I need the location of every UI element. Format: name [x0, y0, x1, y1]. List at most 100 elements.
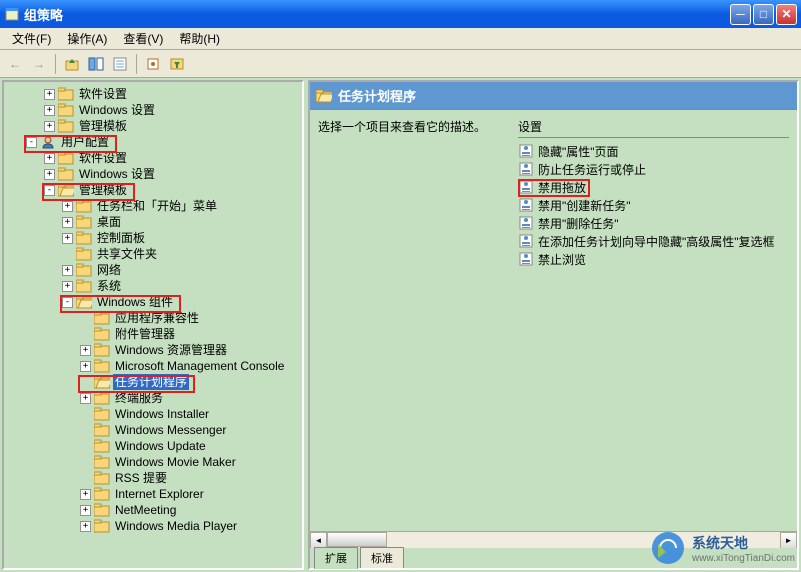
- expand-icon[interactable]: +: [44, 121, 55, 132]
- tree-item[interactable]: + Windows 资源管理器: [4, 342, 302, 358]
- menu-action[interactable]: 操作(A): [59, 28, 115, 49]
- tree-item[interactable]: RSS 提要: [4, 470, 302, 486]
- tree-label[interactable]: Windows 设置: [77, 166, 157, 182]
- tree-item[interactable]: - 用户配置: [4, 134, 302, 150]
- tree-label[interactable]: Windows Installer: [113, 406, 211, 422]
- expand-icon[interactable]: +: [62, 265, 73, 276]
- tree-item[interactable]: + Windows Media Player: [4, 518, 302, 534]
- tree-item[interactable]: + 软件设置: [4, 86, 302, 102]
- tree-label[interactable]: 软件设置: [77, 150, 129, 166]
- menu-file[interactable]: 文件(F): [4, 28, 59, 49]
- expand-icon[interactable]: +: [44, 169, 55, 180]
- expand-icon[interactable]: +: [80, 521, 91, 532]
- setting-item[interactable]: 防止任务运行或停止: [518, 160, 789, 178]
- tree-panel[interactable]: + 软件设置 + Windows 设置 + 管理模板 - 用户配置 + 软件设置 + Windows …: [2, 80, 304, 570]
- tree-label[interactable]: 应用程序兼容性: [113, 310, 201, 326]
- tab-standard[interactable]: 标准: [360, 547, 404, 568]
- tree-item[interactable]: Windows Movie Maker: [4, 454, 302, 470]
- tree-label[interactable]: 网络: [95, 262, 123, 278]
- tree-label[interactable]: 任务计划程序: [113, 374, 189, 390]
- setting-item[interactable]: 禁用"删除任务": [518, 214, 789, 232]
- expand-icon[interactable]: +: [44, 153, 55, 164]
- collapse-icon[interactable]: -: [26, 137, 37, 148]
- tree-item[interactable]: 应用程序兼容性: [4, 310, 302, 326]
- tree-label[interactable]: 附件管理器: [113, 326, 177, 342]
- properties-button[interactable]: [109, 53, 131, 75]
- close-button[interactable]: ✕: [776, 4, 797, 25]
- tree-item[interactable]: - 管理模板: [4, 182, 302, 198]
- tree-label[interactable]: 控制面板: [95, 230, 147, 246]
- tree-item[interactable]: + 控制面板: [4, 230, 302, 246]
- scroll-track[interactable]: [327, 532, 780, 548]
- tree-label[interactable]: 终端服务: [113, 390, 165, 406]
- setting-item[interactable]: 禁用拖放: [518, 178, 789, 196]
- tree-label[interactable]: Windows Media Player: [113, 518, 239, 534]
- show-hide-tree-button[interactable]: [85, 53, 107, 75]
- tree-label[interactable]: Microsoft Management Console: [113, 358, 286, 374]
- tree-item[interactable]: + 软件设置: [4, 150, 302, 166]
- filter-button[interactable]: [166, 53, 188, 75]
- tree-item[interactable]: + Internet Explorer: [4, 486, 302, 502]
- collapse-icon[interactable]: -: [62, 297, 73, 308]
- tree-item[interactable]: + 任务栏和「开始」菜单: [4, 198, 302, 214]
- tree-item[interactable]: 附件管理器: [4, 326, 302, 342]
- tree-label[interactable]: 任务栏和「开始」菜单: [95, 198, 219, 214]
- tree-item[interactable]: + 系统: [4, 278, 302, 294]
- tree-label[interactable]: 共享文件夹: [95, 246, 159, 262]
- setting-item[interactable]: 禁用"创建新任务": [518, 196, 789, 214]
- export-button[interactable]: [142, 53, 164, 75]
- tree-item[interactable]: + Windows 设置: [4, 102, 302, 118]
- expand-icon[interactable]: +: [80, 505, 91, 516]
- tree-label[interactable]: 软件设置: [77, 86, 129, 102]
- tree-item[interactable]: + Windows 设置: [4, 166, 302, 182]
- setting-item[interactable]: 禁止浏览: [518, 250, 789, 268]
- tree-label[interactable]: NetMeeting: [113, 502, 178, 518]
- tree-item[interactable]: Windows Update: [4, 438, 302, 454]
- tree-item[interactable]: Windows Installer: [4, 406, 302, 422]
- expand-icon[interactable]: +: [44, 105, 55, 116]
- horizontal-scrollbar[interactable]: ◄ ►: [310, 531, 797, 548]
- expand-icon[interactable]: +: [62, 281, 73, 292]
- tree-item[interactable]: + 网络: [4, 262, 302, 278]
- scroll-right-button[interactable]: ►: [780, 532, 797, 549]
- scroll-thumb[interactable]: [327, 532, 387, 547]
- tree-item[interactable]: - Windows 组件: [4, 294, 302, 310]
- expand-icon[interactable]: +: [62, 201, 73, 212]
- expand-icon[interactable]: +: [80, 345, 91, 356]
- tree-view[interactable]: + 软件设置 + Windows 设置 + 管理模板 - 用户配置 + 软件设置 + Windows …: [4, 82, 302, 538]
- tree-label[interactable]: Internet Explorer: [113, 486, 206, 502]
- setting-item[interactable]: 在添加任务计划向导中隐藏"高级属性"复选框: [518, 232, 789, 250]
- tree-label[interactable]: Windows Update: [113, 438, 208, 454]
- expand-icon[interactable]: +: [62, 217, 73, 228]
- menu-help[interactable]: 帮助(H): [171, 28, 228, 49]
- expand-icon[interactable]: +: [80, 393, 91, 404]
- tree-item[interactable]: + NetMeeting: [4, 502, 302, 518]
- collapse-icon[interactable]: -: [44, 185, 55, 196]
- tree-label[interactable]: 管理模板: [77, 182, 129, 198]
- settings-column-header[interactable]: 设置: [518, 118, 789, 138]
- tree-label[interactable]: Windows 设置: [77, 102, 157, 118]
- minimize-button[interactable]: ─: [730, 4, 751, 25]
- maximize-button[interactable]: □: [753, 4, 774, 25]
- tree-label[interactable]: 管理模板: [77, 118, 129, 134]
- tree-label[interactable]: 桌面: [95, 214, 123, 230]
- tree-item[interactable]: 任务计划程序: [4, 374, 302, 390]
- tree-label[interactable]: 用户配置: [59, 134, 111, 150]
- tree-label[interactable]: 系统: [95, 278, 123, 294]
- tab-extended[interactable]: 扩展: [314, 547, 358, 569]
- expand-icon[interactable]: +: [44, 89, 55, 100]
- tree-item[interactable]: Windows Messenger: [4, 422, 302, 438]
- menu-view[interactable]: 查看(V): [115, 28, 171, 49]
- expand-icon[interactable]: +: [80, 489, 91, 500]
- tree-item[interactable]: 共享文件夹: [4, 246, 302, 262]
- tree-item[interactable]: + Microsoft Management Console: [4, 358, 302, 374]
- tree-label[interactable]: Windows 资源管理器: [113, 342, 229, 358]
- setting-item[interactable]: 隐藏"属性"页面: [518, 142, 789, 160]
- tree-item[interactable]: + 管理模板: [4, 118, 302, 134]
- nav-up-button[interactable]: [61, 53, 83, 75]
- tree-label[interactable]: Windows 组件: [95, 294, 175, 310]
- tree-item[interactable]: + 桌面: [4, 214, 302, 230]
- tree-label[interactable]: Windows Movie Maker: [113, 454, 238, 470]
- expand-icon[interactable]: +: [62, 233, 73, 244]
- expand-icon[interactable]: +: [80, 361, 91, 372]
